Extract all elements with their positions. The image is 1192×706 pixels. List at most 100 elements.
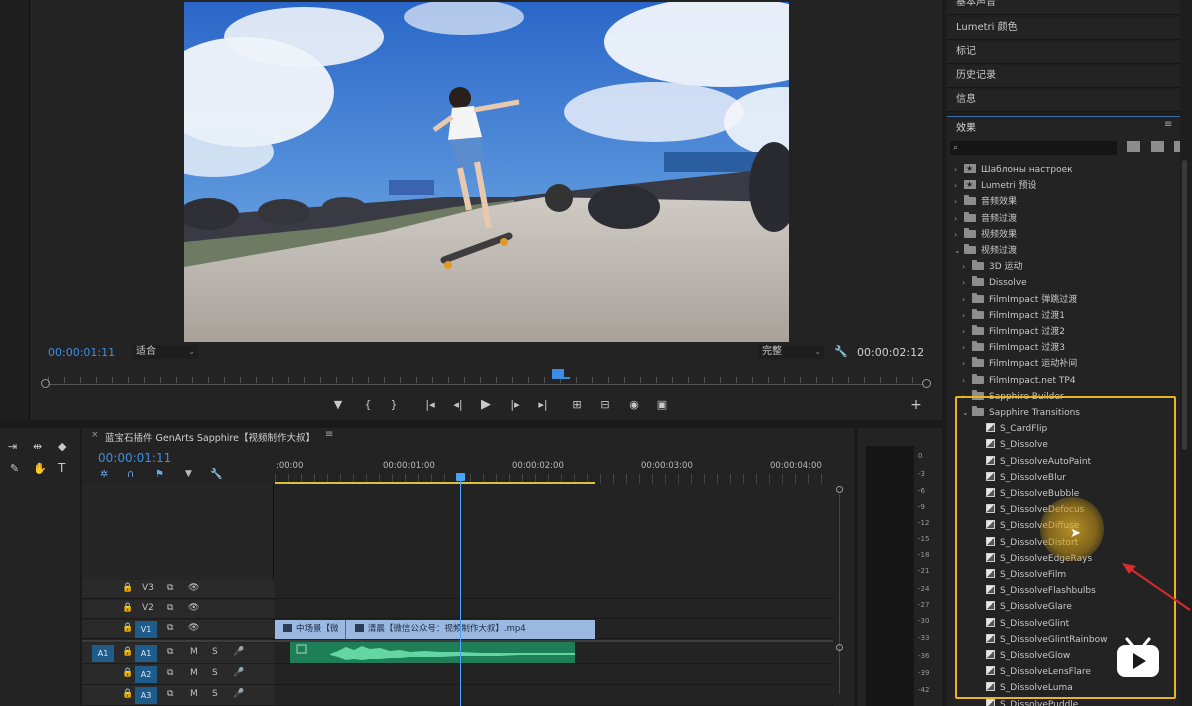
panel-lumetri-color[interactable]: Lumetri 颜色 (947, 17, 1180, 40)
add-marker-icon[interactable]: ▼ (185, 469, 192, 479)
sequence-tab[interactable]: 蓝宝石插件 GenArts Sapphire【视频制作大叔】 (105, 430, 315, 444)
scrub-end-handle[interactable] (922, 379, 931, 388)
effects-folder[interactable]: › Шаблоны настроек (954, 162, 1073, 178)
sync-lock-icon[interactable]: ⧉ (167, 583, 173, 593)
panel-markers[interactable]: 标记 (947, 41, 1180, 64)
menu-icon[interactable]: ≡ (1164, 119, 1172, 130)
accelerated-effects-icon[interactable] (1127, 141, 1140, 152)
export-frame-icon[interactable]: ◉ (627, 398, 641, 412)
chevron-right-icon[interactable]: › (962, 292, 972, 308)
sync-lock-icon[interactable]: ⧉ (167, 647, 173, 657)
effects-folder[interactable]: › 3D 运动 (962, 259, 1023, 275)
lock-icon[interactable]: 🔒 (122, 647, 133, 657)
type-tool-icon[interactable]: T (58, 461, 65, 475)
chevron-down-icon[interactable]: ⌄ (954, 243, 964, 259)
timeline-settings-icon[interactable]: 🔧 (210, 469, 222, 480)
current-timecode[interactable]: 00:00:01:11 (48, 346, 115, 359)
sync-lock-icon[interactable]: ⧉ (167, 603, 173, 613)
track-label-a1[interactable]: A1 (135, 645, 157, 662)
yuv-effects-icon[interactable] (1174, 141, 1180, 152)
effects-folder[interactable]: › FilmImpact 过渡3 (962, 340, 1065, 356)
track-label-a2[interactable]: A2 (135, 666, 157, 683)
effects-scrollbar[interactable] (1182, 160, 1187, 450)
magnet-icon[interactable]: ∩ (127, 469, 134, 480)
lift-icon[interactable]: ⊞ (570, 398, 584, 412)
track-area-a2[interactable] (275, 664, 833, 685)
extract-icon[interactable]: ⊟ (598, 398, 612, 412)
chevron-right-icon[interactable]: › (954, 211, 964, 227)
timeline-playhead[interactable] (460, 478, 461, 706)
lock-icon[interactable]: 🔒 (122, 668, 133, 678)
panel-info[interactable]: 信息 (947, 89, 1180, 112)
chevron-right-icon[interactable]: › (954, 227, 964, 243)
zoom-handle-bottom[interactable] (836, 644, 843, 651)
microphone-icon[interactable]: 🎤 (233, 689, 244, 699)
compare-icon[interactable]: ▣ (655, 398, 669, 412)
timeline-timecode[interactable]: 00:00:01:11 (98, 451, 171, 465)
track-area-v3[interactable] (275, 580, 833, 599)
step-back-icon[interactable]: ◂| (451, 398, 465, 412)
play-icon[interactable]: ▶ (479, 398, 493, 412)
source-patch-a1[interactable]: A1 (92, 645, 114, 662)
zoom-handle-top[interactable] (836, 486, 843, 493)
sync-lock-icon[interactable]: ⧉ (167, 689, 173, 699)
lock-icon[interactable]: 🔒 (122, 689, 133, 699)
chevron-right-icon[interactable]: › (962, 275, 972, 291)
chevron-right-icon[interactable]: › (962, 356, 972, 372)
audio-clip[interactable] (290, 642, 575, 663)
lock-icon[interactable]: 🔒 (122, 623, 133, 633)
effects-folder[interactable]: › FilmImpact 运动补间 (962, 356, 1077, 372)
close-icon[interactable]: × (91, 430, 99, 440)
track-select-icon[interactable]: ⇥ (8, 440, 17, 453)
chevron-right-icon[interactable]: › (954, 194, 964, 210)
monitor-scrub-bar[interactable] (41, 369, 931, 391)
work-area-bar[interactable] (275, 482, 595, 484)
in-point-icon[interactable]: { (361, 398, 375, 412)
chevron-right-icon[interactable]: › (962, 259, 972, 275)
go-to-in-icon[interactable]: |◂ (423, 398, 437, 412)
linked-selection-icon[interactable]: ⚑ (155, 469, 164, 480)
chevron-right-icon[interactable]: › (962, 308, 972, 324)
microphone-icon[interactable]: 🎤 (233, 647, 244, 657)
effects-folder[interactable]: › FilmImpact.net TP4 (962, 373, 1076, 389)
ripple-edit-icon[interactable]: ⇹ (33, 440, 42, 453)
snap-icon[interactable]: ✲ (100, 469, 108, 480)
lock-icon[interactable]: 🔒 (122, 603, 133, 613)
eye-icon[interactable]: 👁 (188, 583, 199, 593)
sync-lock-icon[interactable]: ⧉ (167, 668, 173, 678)
scrub-start-handle[interactable] (41, 379, 50, 388)
effects-folder[interactable]: › FilmImpact 弹跳过渡 (962, 292, 1077, 308)
32bit-effects-icon[interactable] (1151, 141, 1164, 152)
hand-icon[interactable]: ✋ (33, 462, 47, 475)
pen-icon[interactable]: ✎ (10, 462, 19, 475)
effects-folder[interactable]: › FilmImpact 过渡1 (962, 308, 1065, 324)
eye-icon[interactable]: 👁 (188, 603, 199, 613)
fit-dropdown[interactable]: 适合 ⌄ (132, 345, 198, 359)
go-to-out-icon[interactable]: ▸| (536, 398, 550, 412)
out-point-icon[interactable]: } (387, 398, 401, 412)
mute-button[interactable]: M (190, 689, 198, 699)
effects-folder[interactable]: › 视频效果 (954, 227, 1017, 243)
video-preview[interactable] (184, 2, 789, 342)
transition-edit-point[interactable] (345, 620, 347, 639)
vertical-zoom-bar[interactable] (839, 494, 840, 694)
chevron-right-icon[interactable]: › (962, 340, 972, 356)
chevron-right-icon[interactable]: › (954, 178, 964, 194)
marker-icon[interactable]: ▼ (331, 398, 345, 412)
add-button-icon[interactable]: + (909, 398, 923, 412)
mute-button[interactable]: M (190, 668, 198, 678)
effects-folder[interactable]: › Lumetri 预设 (954, 177, 1036, 194)
razor-icon[interactable]: ◆ (58, 440, 66, 453)
chevron-right-icon[interactable]: › (962, 324, 972, 340)
step-forward-icon[interactable]: |▸ (508, 398, 522, 412)
panel-history[interactable]: 历史记录 (947, 65, 1180, 88)
menu-icon[interactable]: ≡ (325, 429, 333, 440)
mute-button[interactable]: M (190, 647, 198, 657)
effects-folder[interactable]: › FilmImpact 过渡2 (962, 324, 1065, 340)
solo-button[interactable]: S (212, 668, 218, 678)
effects-folder[interactable]: › 音频过渡 (954, 211, 1017, 227)
track-area-a3[interactable] (275, 685, 833, 706)
solo-button[interactable]: S (212, 647, 218, 657)
effects-folder[interactable]: ⌄ 视频过渡 (954, 243, 1017, 259)
track-label-v1[interactable]: V1 (135, 621, 157, 638)
